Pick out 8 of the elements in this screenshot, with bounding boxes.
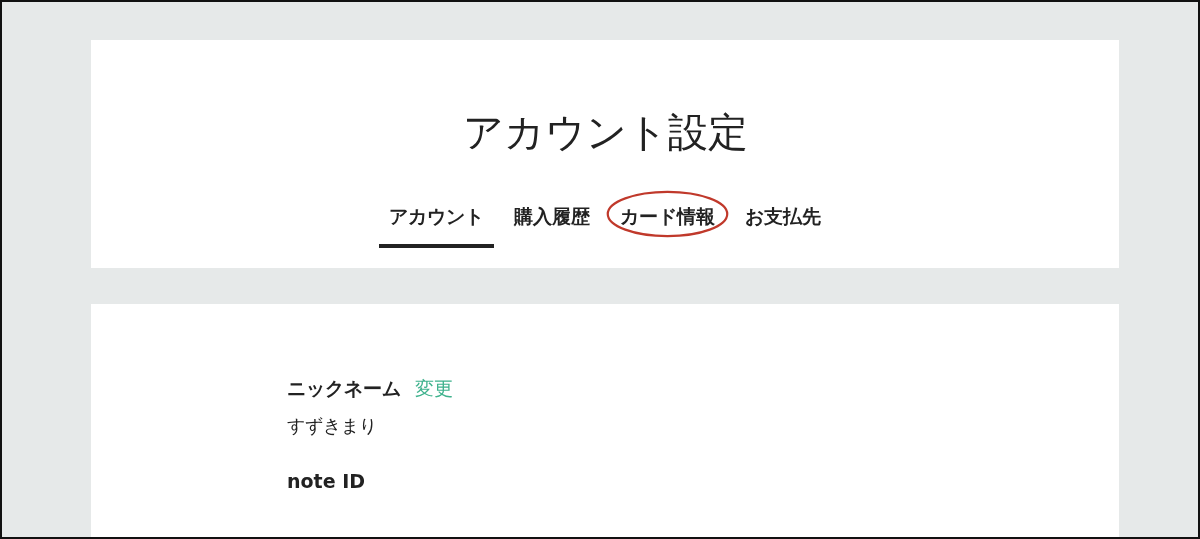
field-value: すずきまり: [287, 414, 378, 438]
tab[interactable]: 購入履歴: [504, 204, 600, 248]
page-title: アカウント設定: [462, 108, 748, 157]
tab[interactable]: カード情報: [610, 204, 725, 248]
tab[interactable]: アカウント: [379, 204, 494, 248]
field-label: ニックネーム: [287, 376, 401, 401]
tab[interactable]: お支払先: [735, 204, 831, 248]
field-label: note ID: [287, 470, 365, 492]
